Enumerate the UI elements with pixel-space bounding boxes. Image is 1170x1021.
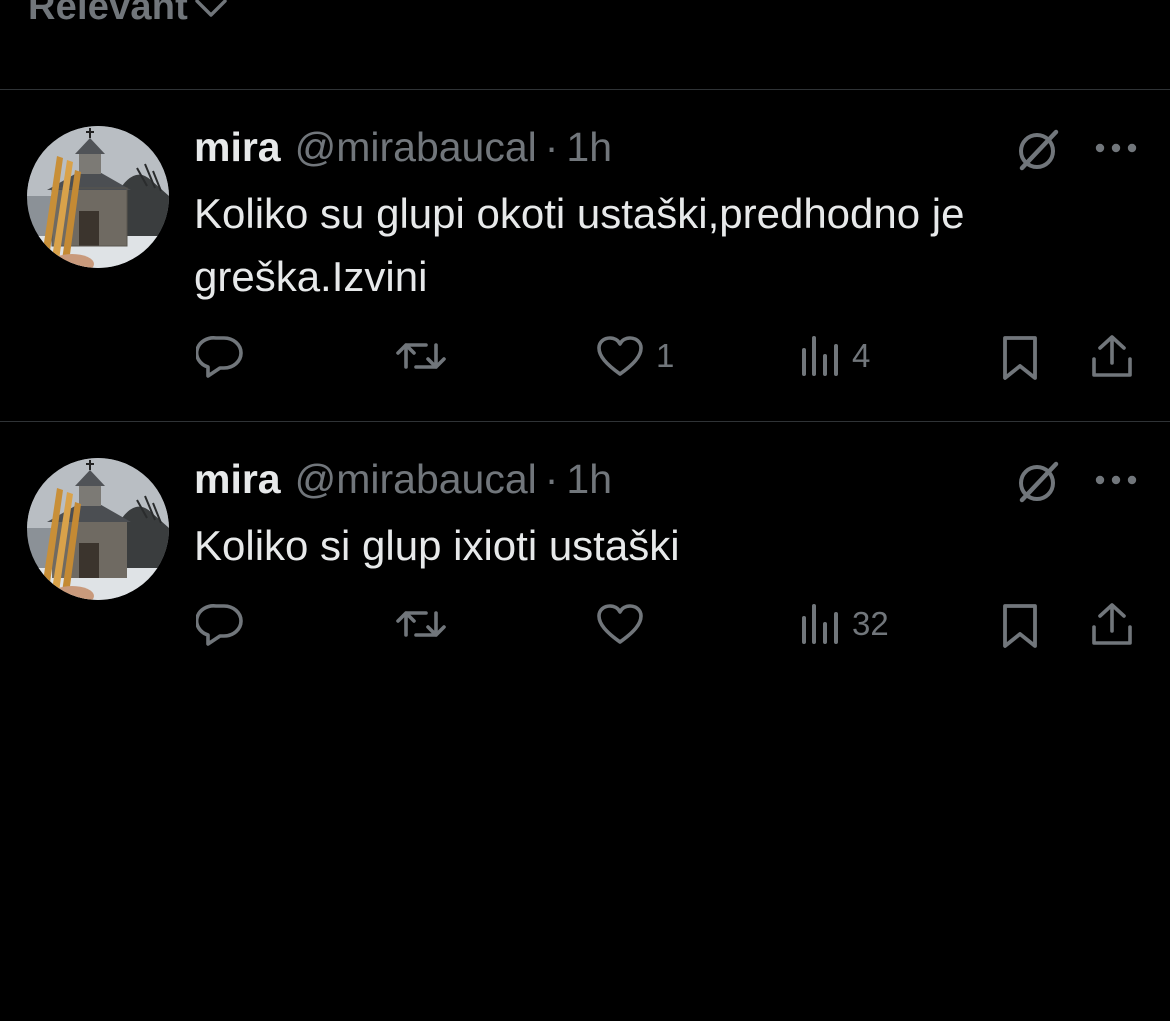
views-button[interactable]: 32 — [800, 604, 889, 644]
share-icon — [1090, 333, 1134, 379]
bookmark-icon — [1001, 334, 1039, 382]
separator-dot: · — [544, 124, 559, 170]
views-button[interactable]: 4 — [800, 336, 870, 376]
church-photo-avatar[interactable] — [27, 126, 169, 268]
reply-button[interactable] — [196, 334, 244, 378]
retweet-button[interactable] — [394, 337, 448, 375]
timestamp[interactable]: 1h — [566, 456, 612, 503]
tweet-header: mira @mirabaucal · 1h — [194, 124, 612, 171]
share-icon — [1090, 601, 1134, 647]
retweet-icon — [394, 605, 448, 643]
analytics-icon — [800, 604, 840, 644]
like-button[interactable] — [596, 603, 656, 645]
heart-icon — [596, 603, 644, 645]
reply-icon — [196, 602, 244, 646]
like-count: 1 — [656, 337, 675, 374]
display-name[interactable]: mira — [194, 456, 281, 503]
more-dots-icon[interactable] — [1094, 138, 1138, 158]
tweet[interactable]: mira @mirabaucal · 1h Koliko su glupi ok… — [0, 90, 1170, 421]
grok-slash-icon[interactable] — [1016, 458, 1062, 504]
tweet[interactable]: mira @mirabaucal · 1h Koliko si glup ixi… — [0, 422, 1170, 682]
display-name[interactable]: mira — [194, 124, 281, 171]
bookmark-button[interactable] — [1001, 602, 1039, 650]
tweet-text: Koliko su glupi okoti ustaški,predhodno … — [194, 190, 965, 300]
reply-button[interactable] — [196, 602, 244, 646]
church-photo-avatar[interactable] — [27, 458, 169, 600]
user-handle[interactable]: @mirabaucal — [295, 124, 537, 171]
chevron-down-icon — [194, 0, 228, 20]
reply-icon — [196, 334, 244, 378]
share-button[interactable] — [1090, 333, 1134, 379]
share-button[interactable] — [1090, 601, 1134, 647]
analytics-icon — [800, 336, 840, 376]
relevance-filter-button[interactable]: Relevant — [28, 0, 228, 29]
grok-slash-icon[interactable] — [1016, 126, 1062, 172]
more-dots-icon[interactable] — [1094, 470, 1138, 490]
retweet-icon — [394, 337, 448, 375]
separator-dot: · — [544, 456, 559, 502]
filter-label: Relevant — [28, 0, 189, 28]
timestamp[interactable]: 1h — [566, 124, 612, 171]
bookmark-icon — [1001, 602, 1039, 650]
view-count: 4 — [852, 337, 871, 374]
bookmark-button[interactable] — [1001, 334, 1039, 382]
retweet-button[interactable] — [394, 605, 448, 643]
view-count: 32 — [852, 605, 889, 642]
like-button[interactable]: 1 — [596, 335, 674, 377]
filter-bar: Relevant — [0, 0, 1170, 89]
tweet-text: Koliko si glup ixioti ustaški — [194, 522, 680, 569]
tweet-header: mira @mirabaucal · 1h — [194, 456, 612, 503]
user-handle[interactable]: @mirabaucal — [295, 456, 537, 503]
heart-icon — [596, 335, 644, 377]
